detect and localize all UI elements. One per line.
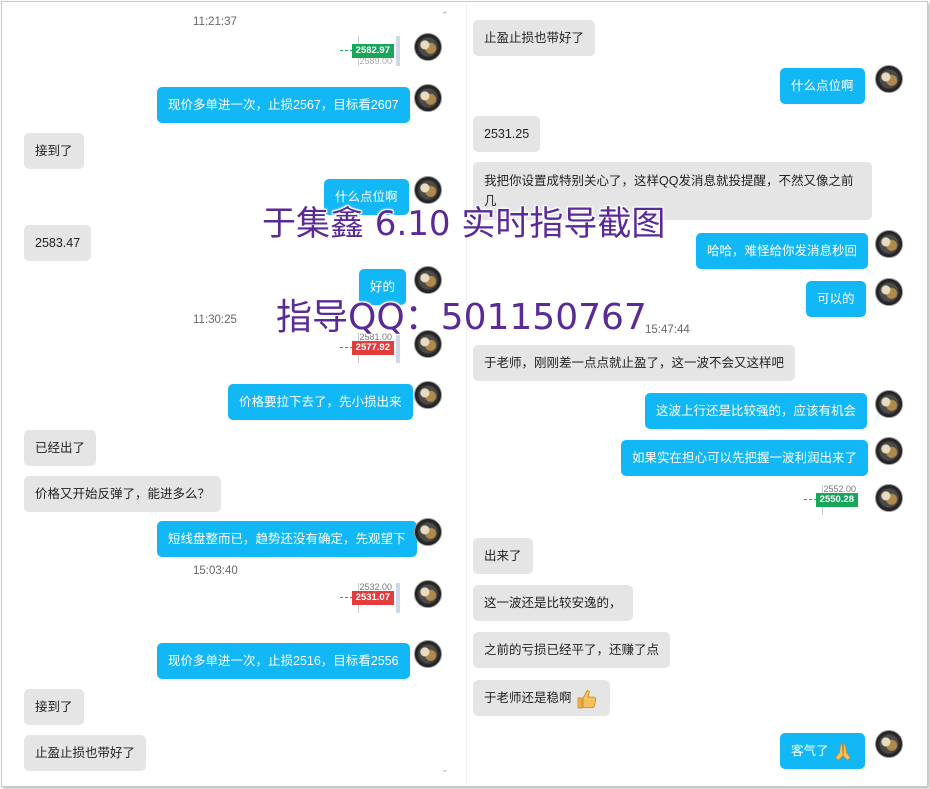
price-scrollbar [396,583,400,613]
scroll-down-icon[interactable]: ⌄ [441,764,449,775]
message-bubble[interactable]: 什么点位啊 [780,68,865,104]
watermark-title: 于集鑫 6.10 实时指导截图 [262,204,666,244]
timestamp: 11:30:25 [193,314,237,326]
avatar[interactable] [875,437,903,465]
message-bubble[interactable]: 这一波还是比较安逸的， [473,585,633,621]
price-tag: 2550.28 [815,493,858,507]
price-scrollbar [396,36,400,66]
message-bubble[interactable]: 价格又开始反弹了，能进多么？ [24,476,222,512]
watermark-qq: 指导QQ：501150767 [276,297,647,338]
message-bubble[interactable]: 如果实在担心可以先把握一波利润出来了 [621,440,869,476]
avatar[interactable] [414,381,442,409]
timestamp: 15:47:44 [645,324,690,336]
thumbs-up-icon [577,689,597,709]
message-bubble[interactable]: 接到了 [24,689,84,725]
avatar[interactable] [875,484,903,512]
avatar[interactable] [875,390,903,418]
price-tag: 2531.07 [351,591,394,605]
price-chart-snippet[interactable]: 2532.00 2531.07 [336,582,400,613]
message-bubble[interactable]: 2531.25 [473,116,541,152]
avatar[interactable] [875,65,903,93]
message-bubble[interactable]: 之前的亏损已经平了，还赚了点 [473,632,671,668]
avatar[interactable] [414,580,442,608]
message-bubble[interactable]: 可以的 [806,281,866,317]
timestamp: 11:21:37 [193,16,237,28]
message-bubble[interactable]: 价格要拉下去了，先小损出来 [228,384,413,420]
message-bubble[interactable]: 于老师还是稳啊 [473,680,610,716]
message-bubble[interactable]: 哈哈，难怪给你发消息秒回 [696,233,869,269]
message-bubble[interactable]: 止盈止损也带好了 [473,20,596,56]
avatar[interactable] [414,640,442,668]
message-text: 于老师还是稳啊 [484,691,572,705]
message-bubble[interactable]: 这波上行还是比较强的，应该有机会 [645,393,868,429]
message-bubble[interactable]: 客气了 [780,733,865,769]
message-bubble[interactable]: 已经出了 [24,430,97,466]
avatar[interactable] [875,230,903,258]
column-divider [466,4,467,784]
price-chart-snippet[interactable]: 2589.00 2582.97 [336,36,400,66]
avatar[interactable] [875,278,903,306]
message-bubble[interactable]: 短线盘整而已，趋势还没有确定，先观望下 [157,521,417,557]
price-chart-snippet[interactable]: 2552.00 2550.28 [800,484,864,515]
message-bubble[interactable]: 止盈止损也带好了 [24,735,147,771]
pray-icon [835,743,851,761]
message-bubble[interactable]: 2583.47 [24,225,92,261]
message-bubble[interactable]: 接到了 [24,133,84,169]
price-tag: 2582.97 [351,44,394,58]
scroll-up-icon[interactable]: ⌃ [441,10,449,21]
message-bubble[interactable]: 现价多单进一次，止损2567，目标看2607 [157,87,410,123]
avatar[interactable] [414,33,442,61]
message-bubble[interactable]: 于老师，刚刚差一点点就止盈了，这一波不会又这样吧 [473,345,796,381]
price-tag: 2577.92 [351,341,394,355]
message-bubble[interactable]: 现价多单进一次，止损2516，目标看2556 [157,643,410,679]
avatar[interactable] [414,84,442,112]
message-text: 客气了 [791,744,829,758]
timestamp: 15:03:40 [193,565,238,577]
message-bubble[interactable]: 出来了 [473,538,533,574]
avatar[interactable] [414,518,442,546]
avatar[interactable] [875,730,903,758]
